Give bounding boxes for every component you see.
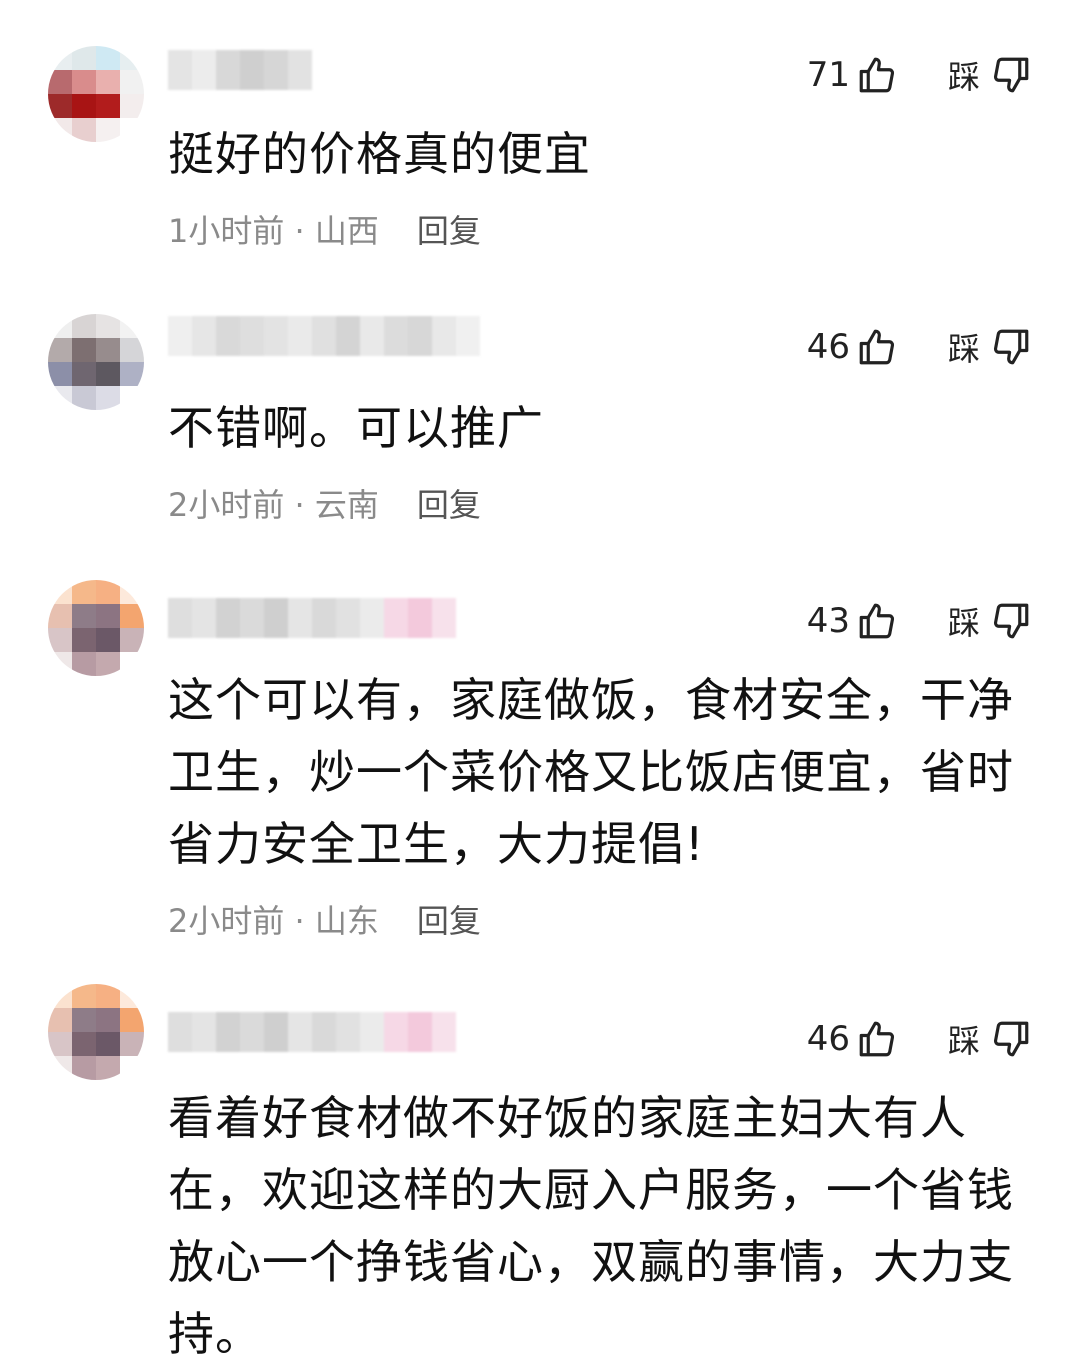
comment-meta: 2小时前 · 山东 回复 xyxy=(168,896,481,942)
reply-button[interactable]: 回复 xyxy=(417,896,481,942)
thumb-up-icon[interactable] xyxy=(856,54,898,96)
thumb-down-icon[interactable] xyxy=(990,1018,1032,1060)
thumb-down-icon[interactable] xyxy=(990,54,1032,96)
comment-actions: 43 踩 xyxy=(807,596,1032,646)
thumb-down-icon[interactable] xyxy=(990,326,1032,368)
like-count: 71 xyxy=(806,55,850,95)
username-blurred[interactable] xyxy=(168,50,312,90)
like-count: 46 xyxy=(806,327,850,367)
comment-time-location: 2小时前 · 山东 xyxy=(168,902,379,940)
username-blurred[interactable] xyxy=(168,1012,456,1052)
comment-text: 这个可以有，家庭做饭，食材安全，干净卫生，炒一个菜价格又比饭店便宜，省时省力安全… xyxy=(168,673,1014,871)
comment-time-location: 1小时前 · 山西 xyxy=(168,212,379,250)
like-count: 46 xyxy=(806,1019,850,1059)
comment-text: 不错啊。可以推广 xyxy=(168,401,544,455)
thumb-up-icon[interactable] xyxy=(856,1018,898,1060)
comment-text: 挺好的价格真的便宜 xyxy=(168,127,591,181)
comment-actions: 71 踩 xyxy=(807,50,1032,100)
dislike-label[interactable]: 踩 xyxy=(948,52,980,98)
comment-meta: 2小时前 · 云南 回复 xyxy=(168,480,481,526)
thumb-down-icon[interactable] xyxy=(990,600,1032,642)
dislike-label[interactable]: 踩 xyxy=(948,324,980,370)
comment-time-location: 2小时前 · 云南 xyxy=(168,486,379,524)
avatar[interactable] xyxy=(48,984,144,1080)
avatar[interactable] xyxy=(48,46,144,142)
like-count: 43 xyxy=(806,601,850,641)
comment-actions: 46 踩 xyxy=(807,322,1032,372)
comment-text: 看着好食材做不好饭的家庭主妇大有人在，欢迎这样的大厨入户服务，一个省钱放心一个挣… xyxy=(168,1091,1014,1361)
reply-button[interactable]: 回复 xyxy=(417,206,481,252)
username-blurred[interactable] xyxy=(168,316,480,356)
username-blurred[interactable] xyxy=(168,598,456,638)
thumb-up-icon[interactable] xyxy=(856,326,898,368)
thumb-up-icon[interactable] xyxy=(856,600,898,642)
comment-actions: 46 踩 xyxy=(807,1014,1032,1064)
reply-button[interactable]: 回复 xyxy=(417,480,481,526)
avatar[interactable] xyxy=(48,314,144,410)
avatar[interactable] xyxy=(48,580,144,676)
dislike-label[interactable]: 踩 xyxy=(948,1016,980,1062)
comment-meta: 1小时前 · 山西 回复 xyxy=(168,206,481,252)
dislike-label[interactable]: 踩 xyxy=(948,598,980,644)
